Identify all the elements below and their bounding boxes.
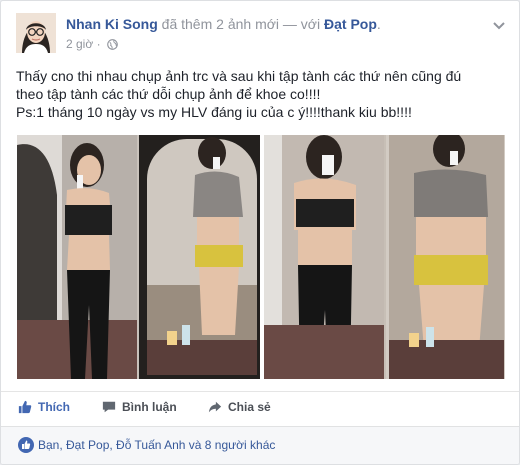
share-button[interactable]: Chia sẻ [208,400,271,414]
comment-icon [102,401,116,413]
globe-icon[interactable] [107,39,118,53]
like-label: Thích [38,400,70,414]
post-meta-line: Nhan Ki Song đã thêm 2 ảnh mới — với Đạt… [66,16,381,32]
before-after-photo-left[interactable] [17,135,260,379]
post-card: Nhan Ki Song đã thêm 2 ảnh mới — với Đạt… [0,0,520,465]
likes-summary-text: Bạn, Đạt Pop, Đỗ Tuấn Anh và 8 người khá… [38,438,276,452]
chevron-down-icon[interactable] [491,17,507,33]
author-name[interactable]: Nhan Ki Song [66,16,158,32]
like-button[interactable]: Thích [18,400,70,414]
share-label: Chia sẻ [228,400,271,414]
avatar[interactable] [16,13,56,53]
post-timestamp-row: 2 giờ · [66,37,118,53]
like-reaction-icon [18,437,34,453]
post-header: Nhan Ki Song đã thêm 2 ảnh mới — với Đạt… [16,13,509,57]
post-action-text: đã thêm 2 ảnh mới — với [161,16,321,32]
post-text-line: theo tập tành các thứ dỗi chụp ảnh để kh… [16,86,321,102]
post-text-line: Thấy cno thi nhau chụp ảnh trc và sau kh… [16,68,462,84]
comment-label: Bình luận [122,400,177,414]
post-text: Thấy cno thi nhau chụp ảnh trc và sau kh… [16,67,507,121]
separator-dot: · [96,37,101,51]
likes-summary-row[interactable]: Bạn, Đạt Pop, Đỗ Tuấn Anh và 8 người khá… [18,437,275,453]
post-text-line: Ps:1 tháng 10 ngày vs my HLV đáng iu của… [16,104,412,120]
share-arrow-icon [208,401,222,413]
before-after-photo-right[interactable] [264,135,505,379]
post-actions-bar: Thích Bình luận Chia sẻ [1,391,519,426]
thumbs-up-icon [18,400,32,414]
post-time[interactable]: 2 giờ [66,37,93,51]
reactions-summary: Bạn, Đạt Pop, Đỗ Tuấn Anh và 8 người khá… [1,426,519,464]
tagged-user[interactable]: Đạt Pop [324,16,377,32]
comment-button[interactable]: Bình luận [102,400,177,414]
